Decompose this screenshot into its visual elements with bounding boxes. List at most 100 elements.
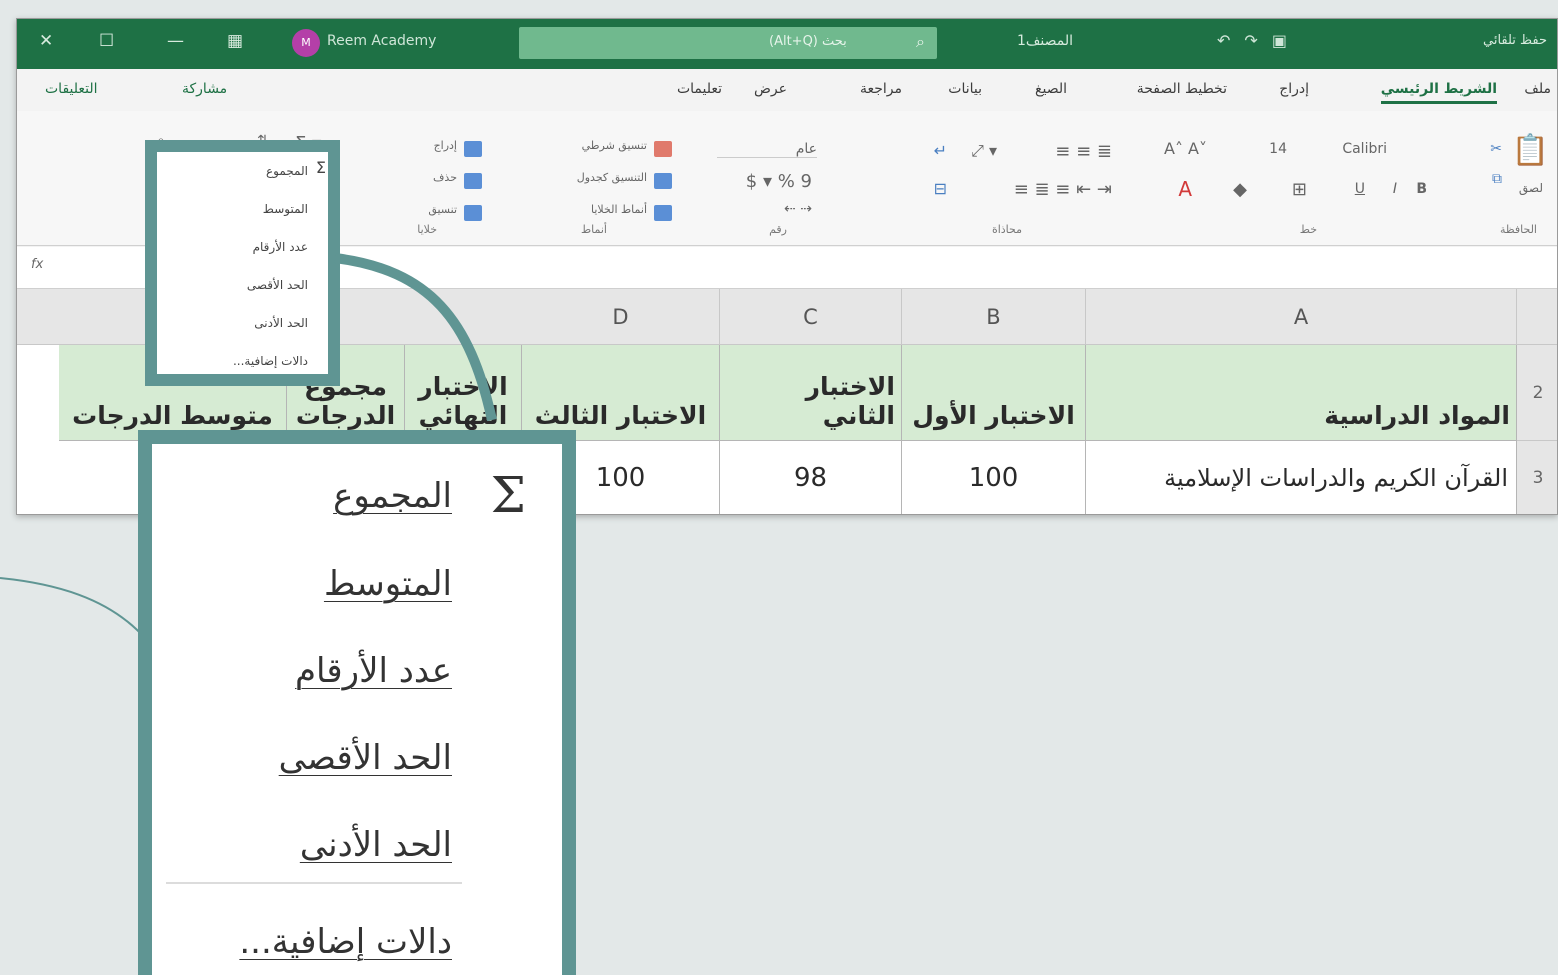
header-test2[interactable]: الاختبار الثاني: [720, 345, 902, 441]
header-final-line2: النهائي: [418, 401, 508, 430]
copy-icon[interactable]: ⧉: [1492, 171, 1502, 187]
mini-item-max[interactable]: الحد الأقصى: [247, 278, 308, 292]
tab-insert[interactable]: إدراج: [1279, 81, 1309, 97]
ribbon-tabs: ملف الشريط الرئيسي إدراج تخطيط الصفحة ال…: [17, 69, 1557, 111]
document-title[interactable]: المصنف1: [1017, 33, 1073, 49]
wrap-text-icon[interactable]: ↵: [934, 141, 947, 160]
cell-subject[interactable]: القرآن الكريم والدراسات الإسلامية: [1086, 441, 1517, 514]
insert-cells-icon[interactable]: [464, 141, 482, 157]
underline-icon[interactable]: U: [1355, 181, 1365, 197]
mini-item-average[interactable]: المتوسط: [263, 202, 308, 216]
row-header-2[interactable]: 2: [1517, 345, 1557, 441]
comments-button[interactable]: التعليقات: [45, 81, 98, 97]
italic-icon[interactable]: I: [1393, 181, 1397, 197]
align-top-icons[interactable]: ≡ ≡ ≣: [1055, 141, 1112, 162]
tab-data[interactable]: بيانات: [948, 81, 982, 97]
minimize-icon[interactable]: —: [167, 31, 184, 51]
header-final-test[interactable]: الاختبار النهائي: [405, 345, 522, 441]
column-header-a[interactable]: A: [1086, 289, 1517, 345]
tab-formulas[interactable]: الصيغ: [1035, 81, 1067, 97]
format-as-table-button[interactable]: التنسيق كجدول: [577, 171, 647, 184]
menu-item-min[interactable]: الحد الأدنى: [300, 825, 452, 865]
cell-test2-value: 98: [793, 463, 828, 493]
search-placeholder: (Alt+Q) بحث: [769, 34, 847, 49]
cut-icon[interactable]: ✂: [1490, 141, 1502, 157]
column-header-c[interactable]: C: [720, 289, 902, 345]
row-header-3[interactable]: 3: [1517, 441, 1557, 514]
group-cells: خلايا: [417, 223, 437, 236]
tab-file[interactable]: ملف: [1524, 81, 1551, 97]
tab-home[interactable]: الشريط الرئيسي: [1380, 81, 1497, 104]
share-button[interactable]: مشاركة: [182, 81, 227, 97]
tab-view[interactable]: عرض: [754, 81, 787, 97]
search-box[interactable]: (Alt+Q) بحث ⌕: [519, 27, 937, 59]
group-clipboard: الحافظة: [1499, 223, 1537, 236]
header-test2-text: الاختبار الثاني: [805, 372, 895, 430]
font-name-select[interactable]: Calibri: [1342, 141, 1387, 157]
number-format-select[interactable]: عام: [717, 141, 817, 158]
header-subjects[interactable]: المواد الدراسية: [1086, 345, 1517, 441]
cell-test2[interactable]: 98: [720, 441, 902, 514]
cell-styles-button[interactable]: أنماط الخلايا: [591, 203, 647, 216]
font-size-icons[interactable]: A˄ A˅: [1164, 139, 1207, 158]
menu-item-count-numbers[interactable]: عدد الأرقام: [295, 651, 452, 691]
header-test1-text: الاختبار الأول: [912, 401, 1075, 430]
menu-separator: [166, 882, 462, 884]
menu-item-more-functions[interactable]: دالات إضافية...: [239, 922, 452, 962]
mini-item-more[interactable]: دالات إضافية...: [233, 354, 308, 368]
cell-styles-icon[interactable]: [654, 205, 672, 221]
borders-icon[interactable]: ⊞: [1292, 179, 1307, 200]
bold-icon[interactable]: B: [1416, 181, 1427, 197]
select-all-corner[interactable]: [1517, 289, 1557, 345]
paste-icon[interactable]: 📋: [1512, 133, 1549, 168]
autosave-toggle[interactable]: حفظ تلقائي: [1483, 33, 1547, 48]
tab-help[interactable]: تعليمات: [677, 81, 722, 97]
mini-item-count[interactable]: عدد الأرقام: [253, 240, 308, 254]
quick-access-icons[interactable]: ↶↷▣: [1217, 31, 1301, 50]
cell-subject-value: القرآن الكريم والدراسات الإسلامية: [1164, 464, 1508, 492]
conditional-format-button[interactable]: تنسيق شرطي: [582, 139, 647, 152]
format-cells-icon[interactable]: [464, 205, 482, 221]
menu-item-sum[interactable]: المجموع: [333, 476, 452, 516]
paste-label[interactable]: لصق: [1519, 181, 1543, 195]
header-subjects-text: المواد الدراسية: [1324, 401, 1510, 430]
close-icon[interactable]: ✕: [39, 31, 53, 51]
tab-page-layout[interactable]: تخطيط الصفحة: [1137, 81, 1227, 97]
mini-item-min[interactable]: الحد الأدنى: [254, 316, 308, 330]
cell-test3-value: 100: [595, 463, 646, 493]
number-format-icons[interactable]: $ ▾ % 9: [746, 171, 812, 192]
title-bar: ✕ ☐ — ▦ M Reem Academy (Alt+Q) بحث ⌕ الم…: [17, 19, 1557, 69]
group-number: رقم: [769, 223, 787, 236]
delete-cells-icon[interactable]: [464, 173, 482, 189]
align-horizontal-icons[interactable]: ≡ ≣ ≡ ⇤ ⇥: [1014, 179, 1112, 200]
font-size-select[interactable]: 14: [1269, 141, 1287, 157]
format-table-icon[interactable]: [654, 173, 672, 189]
header-final-line1: الاختبار: [418, 372, 508, 401]
maximize-icon[interactable]: ☐: [99, 31, 114, 51]
column-header-d[interactable]: D: [522, 289, 720, 345]
cell-test1[interactable]: 100: [902, 441, 1086, 514]
merge-center-icon[interactable]: ⊟: [934, 179, 947, 198]
header-test3[interactable]: الاختبار الثالث: [522, 345, 720, 441]
sigma-icon: Σ: [490, 466, 526, 524]
mini-item-sum[interactable]: المجموع: [266, 164, 308, 178]
decimal-icons[interactable]: ⇠ ⇢: [784, 201, 812, 217]
header-test1[interactable]: الاختبار الأول: [902, 345, 1086, 441]
font-color-icon[interactable]: A: [1178, 177, 1192, 201]
avatar[interactable]: M: [292, 29, 320, 57]
column-header-b[interactable]: B: [902, 289, 1086, 345]
orientation-icon[interactable]: ⤢ ▾: [971, 141, 997, 161]
delete-cells-button[interactable]: حذف: [433, 171, 457, 184]
autosum-dropdown-small: المجموع Σ المتوسط عدد الأرقام الحد الأقص…: [145, 140, 340, 386]
format-cells-button[interactable]: تنسيق: [428, 203, 457, 216]
group-font: خط: [1299, 223, 1317, 236]
menu-item-max[interactable]: الحد الأقصى: [279, 738, 452, 778]
fx-icon[interactable]: fx: [31, 257, 43, 272]
insert-cells-button[interactable]: إدراج: [434, 139, 457, 152]
fill-color-icon[interactable]: ◆: [1233, 179, 1247, 200]
menu-item-average[interactable]: المتوسط: [324, 564, 452, 604]
tab-review[interactable]: مراجعة: [860, 81, 902, 97]
ribbon-display-icon[interactable]: ▦: [227, 31, 243, 51]
header-total-line2: الدرجات: [295, 401, 396, 430]
conditional-format-icon[interactable]: [654, 141, 672, 157]
